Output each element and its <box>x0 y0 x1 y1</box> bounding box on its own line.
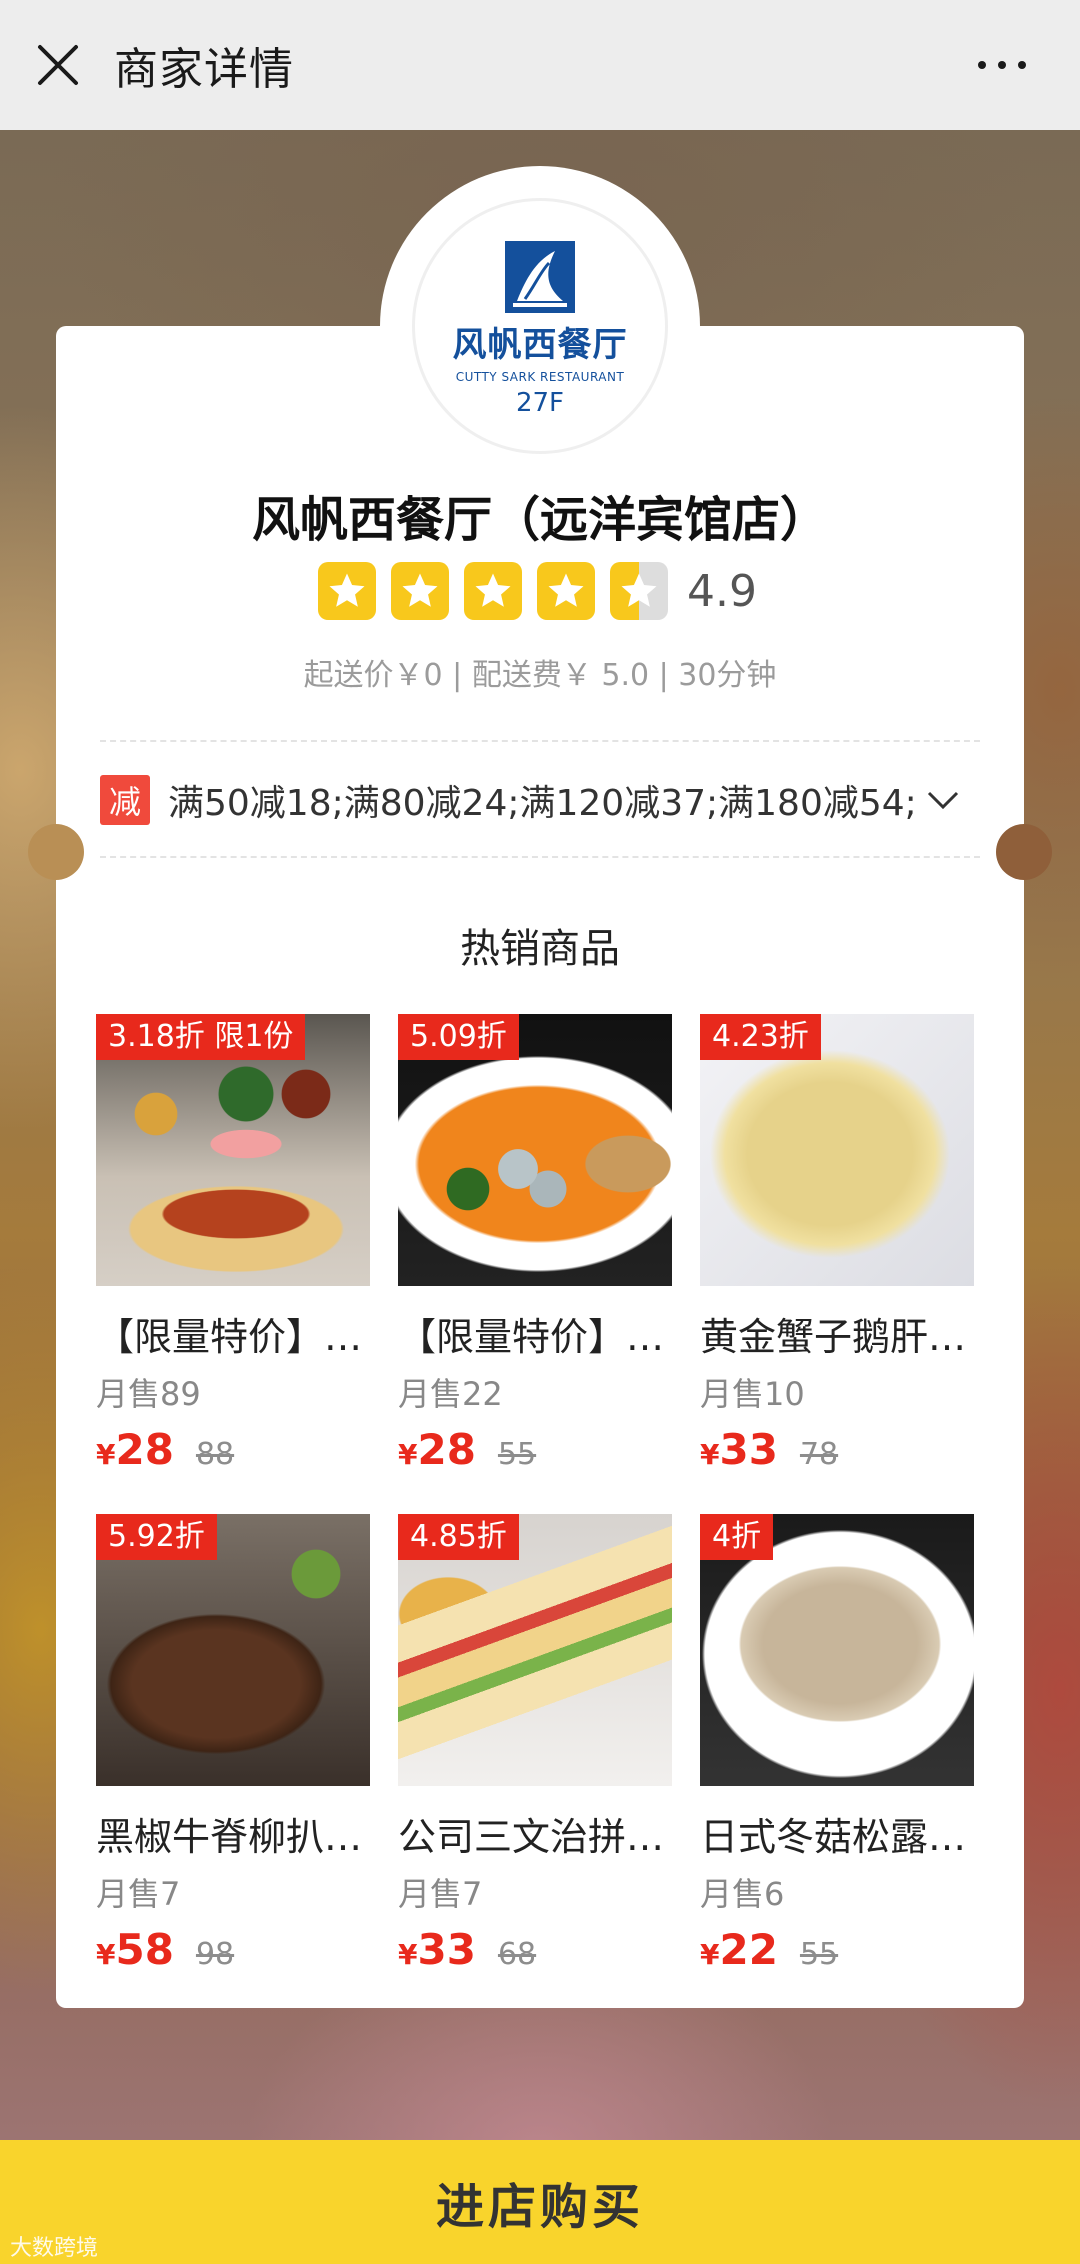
more-icon[interactable] <box>972 50 1032 80</box>
product-card[interactable]: 5.92折 黑椒牛脊柳扒… 月售7 ¥58 98 <box>96 1514 370 1974</box>
price-row: ¥28 55 <box>398 1425 672 1474</box>
product-card[interactable]: 4.23折 黄金蟹子鹅肝… 月售10 ¥33 78 <box>700 1014 974 1474</box>
section-title: 热销商品 <box>460 926 620 972</box>
product-name: 黑椒牛脊柳扒… <box>96 1815 363 1859</box>
page-title: 商家详情 <box>114 44 294 95</box>
product-name: 【限量特价】… <box>96 1315 363 1359</box>
original-price: 88 <box>195 1437 235 1472</box>
discount-badge: 3.18折 限1份 <box>96 1014 306 1060</box>
price-row: ¥33 68 <box>398 1925 672 1974</box>
promo-badge: 减 <box>100 775 150 825</box>
product-sales: 月售10 <box>700 1375 805 1413</box>
product-card[interactable]: 4折 日式冬菇松露… 月售6 ¥22 55 <box>700 1514 974 1974</box>
enter-store-label: 进店购买 <box>435 2179 644 2235</box>
product-image[interactable]: 4折 <box>700 1514 974 1786</box>
product-sales: 月售22 <box>398 1375 503 1413</box>
sail-logo-icon <box>505 241 575 313</box>
product-price: ¥58 <box>96 1925 174 1974</box>
product-card[interactable]: 3.18折 限1份 【限量特价】… 月售89 ¥28 88 <box>96 1014 370 1474</box>
price-row: ¥28 88 <box>96 1425 370 1474</box>
star-icon <box>318 562 376 620</box>
product-grid: 3.18折 限1份 【限量特价】… 月售89 ¥28 88 5.09折 【限量特… <box>96 1014 984 1974</box>
original-price: 98 <box>195 1937 235 1972</box>
original-price: 55 <box>799 1937 839 1972</box>
rating-value: 4.9 <box>687 565 757 617</box>
chevron-down-icon[interactable] <box>923 785 963 815</box>
logo-floor: 27F <box>515 388 565 418</box>
logo-badge: 风帆西餐厅 CUTTY SARK RESTAURANT 27F <box>412 198 668 454</box>
product-image[interactable]: 5.92折 <box>96 1514 370 1786</box>
star-icon <box>464 562 522 620</box>
product-sales: 月售89 <box>96 1375 201 1413</box>
divider <box>100 856 980 858</box>
card-notch-left <box>28 824 84 880</box>
logo-name-en: CUTTY SARK RESTAURANT <box>455 370 625 384</box>
product-image[interactable]: 4.23折 <box>700 1014 974 1286</box>
promo-text: 满50减18;满80减24;满120减37;满180减54; <box>168 783 917 824</box>
product-sales: 月售7 <box>96 1875 181 1913</box>
product-sales: 月售7 <box>398 1875 483 1913</box>
product-sales: 月售6 <box>700 1875 785 1913</box>
divider <box>100 740 980 742</box>
product-card[interactable]: 4.85折 公司三文治拼… 月售7 ¥33 68 <box>398 1514 672 1974</box>
logo-name-cn: 风帆西餐厅 <box>452 325 628 365</box>
star-icon <box>537 562 595 620</box>
product-price: ¥22 <box>700 1925 778 1974</box>
card-notch-right <box>996 824 1052 880</box>
enter-store-button[interactable]: 进店购买 <box>0 2140 1080 2264</box>
half-star-icon <box>610 562 668 620</box>
discount-badge: 4.85折 <box>398 1514 519 1560</box>
product-price: ¥33 <box>398 1925 476 1974</box>
star-icon <box>391 562 449 620</box>
original-price: 78 <box>799 1437 839 1472</box>
top-bar: 商家详情 <box>0 0 1080 130</box>
rating: 4.9 <box>318 562 757 620</box>
close-icon[interactable] <box>28 35 88 95</box>
watermark: 大数跨境 <box>10 2236 99 2261</box>
shop-logo: 风帆西餐厅 CUTTY SARK RESTAURANT 27F <box>380 166 700 486</box>
shop-name: 风帆西餐厅（远洋宾馆店） <box>251 492 828 548</box>
product-image[interactable]: 5.09折 <box>398 1014 672 1286</box>
price-row: ¥58 98 <box>96 1925 370 1974</box>
product-name: 公司三文治拼… <box>398 1815 665 1859</box>
product-name: 【限量特价】… <box>398 1315 665 1359</box>
product-price: ¥33 <box>700 1425 778 1474</box>
discount-badge: 4.23折 <box>700 1014 821 1060</box>
product-price: ¥28 <box>398 1425 476 1474</box>
product-price: ¥28 <box>96 1425 174 1474</box>
product-image[interactable]: 3.18折 限1份 <box>96 1014 370 1286</box>
promo-row[interactable]: 减 满50减18;满80减24;满120减37;满180减54; <box>100 770 980 830</box>
product-card[interactable]: 5.09折 【限量特价】… 月售22 ¥28 55 <box>398 1014 672 1474</box>
product-name: 日式冬菇松露… <box>700 1815 967 1859</box>
delivery-info: 起送价￥0 | 配送费￥ 5.0 | 30分钟 <box>303 658 777 693</box>
product-image[interactable]: 4.85折 <box>398 1514 672 1786</box>
product-name: 黄金蟹子鹅肝… <box>700 1315 967 1359</box>
price-row: ¥33 78 <box>700 1425 974 1474</box>
price-row: ¥22 55 <box>700 1925 974 1974</box>
original-price: 68 <box>497 1937 537 1972</box>
discount-badge: 4折 <box>700 1514 774 1560</box>
original-price: 55 <box>497 1437 537 1472</box>
discount-badge: 5.92折 <box>96 1514 217 1560</box>
discount-badge: 5.09折 <box>398 1014 519 1060</box>
